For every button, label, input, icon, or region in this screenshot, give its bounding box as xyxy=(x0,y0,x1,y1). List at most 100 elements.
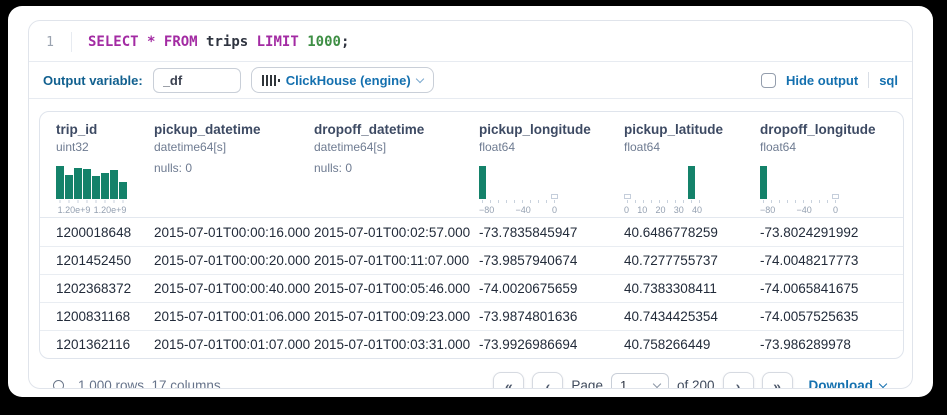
column-nulls-count: nulls: 0 xyxy=(154,161,306,175)
column-histogram: −80−400 xyxy=(479,166,616,215)
dataframe-table: trip_iduint321.20e+91.20e+9pickup_dateti… xyxy=(39,111,904,359)
sql-cell: 1 SELECT * FROM trips LIMIT 1000; Output… xyxy=(28,20,913,389)
table-cell: -74.0065841675 xyxy=(760,281,902,296)
table-cell: 40.7277755737 xyxy=(624,253,760,268)
column-header-dropoff_datetime[interactable]: dropoff_datetimedatetime64[s]nulls: 0 xyxy=(314,122,479,217)
column-name: pickup_latitude xyxy=(624,122,752,137)
histogram-bar xyxy=(56,166,64,199)
cell-toolbar: Output variable: ClickHouse (engine) Hid… xyxy=(29,61,912,99)
table-row[interactable]: 12014524502015-07-01T00:00:20.0002015-07… xyxy=(40,246,903,274)
table-header-row: trip_iduint321.20e+91.20e+9pickup_dateti… xyxy=(40,112,903,218)
column-histogram: −80−400 xyxy=(760,166,894,215)
histogram-bar xyxy=(101,173,109,199)
table-cell: -74.0020675659 xyxy=(479,281,624,296)
column-type: datetime64[s] xyxy=(314,140,471,154)
code-token: trips xyxy=(198,34,257,50)
code-token: FROM xyxy=(164,34,198,50)
table-cell: 1202368372 xyxy=(56,281,154,296)
table-cell: 2015-07-01T00:09:23.000 xyxy=(314,309,479,324)
language-badge: sql xyxy=(879,73,898,88)
toolbar-right-group: Hide output sql xyxy=(761,72,898,88)
code-token xyxy=(299,34,307,50)
column-name: dropoff_longitude xyxy=(760,122,894,137)
pagination: « ‹ Page 1 of 200 › » Download xyxy=(493,372,896,389)
notebook-window: 1 SELECT * FROM trips LIMIT 1000; Output… xyxy=(8,6,933,397)
table-cell: 2015-07-01T00:11:07.000 xyxy=(314,253,479,268)
rows-columns-summary: 1,000 rows, 17 columns xyxy=(78,378,221,389)
first-page-button[interactable]: « xyxy=(493,372,524,389)
page-select[interactable]: 1 xyxy=(611,373,669,390)
histogram-bar xyxy=(760,166,767,199)
histogram-bar xyxy=(624,194,631,199)
table-cell: 2015-07-01T00:00:40.000 xyxy=(154,281,314,296)
table-cell: 2015-07-01T00:00:20.000 xyxy=(154,253,314,268)
table-row[interactable]: 12000186482015-07-01T00:00:16.0002015-07… xyxy=(40,218,903,246)
column-histogram: 010203040 xyxy=(624,166,752,215)
histogram-axis: 010203040 xyxy=(624,205,704,215)
table-row[interactable]: 12008311682015-07-01T00:01:06.0002015-07… xyxy=(40,302,903,330)
code-token xyxy=(155,34,163,50)
column-header-pickup_datetime[interactable]: pickup_datetime datetime64[s] nulls: 0 xyxy=(154,122,314,217)
page-label: Page xyxy=(571,378,603,389)
code-token: SELECT xyxy=(88,34,139,50)
histogram-bar xyxy=(688,166,695,199)
column-name: pickup_datetime xyxy=(154,122,306,137)
code-editor[interactable]: 1 SELECT * FROM trips LIMIT 1000; xyxy=(29,21,912,61)
line-number: 1 xyxy=(29,35,71,50)
column-header-pickup_longitude[interactable]: pickup_longitude float64 −80−400 xyxy=(479,122,624,217)
chevron-down-icon xyxy=(415,74,423,82)
table-row[interactable]: 12013621162015-07-01T00:01:07.0002015-07… xyxy=(40,330,903,358)
histogram-bar xyxy=(92,176,100,199)
next-page-button[interactable]: › xyxy=(723,372,754,389)
table-cell: -73.9857940674 xyxy=(479,253,624,268)
download-button[interactable]: Download xyxy=(809,378,887,389)
table-cell: 2015-07-01T00:01:07.000 xyxy=(154,337,314,352)
code-token: 1000 xyxy=(307,34,341,50)
histogram-bar xyxy=(551,194,558,199)
hide-output-checkbox[interactable] xyxy=(761,73,776,88)
engine-selector-button[interactable]: ClickHouse (engine) xyxy=(251,67,434,93)
code-token: LIMIT xyxy=(257,34,299,50)
table-cell: 2015-07-01T00:00:16.000 xyxy=(154,225,314,240)
chevron-down-icon xyxy=(653,380,661,388)
last-page-button[interactable]: » xyxy=(762,372,793,389)
search-icon[interactable] xyxy=(53,380,64,389)
table-cell: 2015-07-01T00:05:46.000 xyxy=(314,281,479,296)
column-histogram: 1.20e+91.20e+9 xyxy=(56,166,146,215)
column-type: datetime64[s] xyxy=(154,140,306,154)
footer-left: 1,000 rows, 17 columns xyxy=(53,378,221,389)
column-name: pickup_longitude xyxy=(479,122,616,137)
histogram-bar xyxy=(110,170,118,199)
code-token xyxy=(139,34,147,50)
table-cell: -73.9874801636 xyxy=(479,309,624,324)
table-cell: 2015-07-01T00:03:31.000 xyxy=(314,337,479,352)
column-type: float64 xyxy=(760,140,894,154)
table-cell: -73.9926986694 xyxy=(479,337,624,352)
table-cell: -74.0048217773 xyxy=(760,253,902,268)
column-name: trip_id xyxy=(56,122,146,137)
column-type: float64 xyxy=(479,140,616,154)
table-cell: 1200018648 xyxy=(56,225,154,240)
histogram-bar xyxy=(119,182,127,199)
table-row[interactable]: 12023683722015-07-01T00:00:40.0002015-07… xyxy=(40,274,903,302)
table-footer: 1,000 rows, 17 columns « ‹ Page 1 of 200… xyxy=(39,359,902,389)
toolbar-divider xyxy=(868,72,869,88)
table-cell: -74.0057525635 xyxy=(760,309,902,324)
column-name: dropoff_datetime xyxy=(314,122,471,137)
table-cell: 2015-07-01T00:01:06.000 xyxy=(154,309,314,324)
histogram-axis: −80−400 xyxy=(760,205,840,215)
table-cell: 40.7383308411 xyxy=(624,281,760,296)
clickhouse-logo-icon xyxy=(262,75,280,86)
column-header-trip_id[interactable]: trip_iduint321.20e+91.20e+9 xyxy=(56,122,154,217)
code-token: ; xyxy=(341,34,349,50)
output-area: trip_iduint321.20e+91.20e+9pickup_dateti… xyxy=(29,99,912,389)
column-header-pickup_latitude[interactable]: pickup_latitudefloat64010203040 xyxy=(624,122,760,217)
engine-selector-label: ClickHouse (engine) xyxy=(286,73,411,88)
output-variable-input[interactable] xyxy=(153,68,241,93)
histogram-bar xyxy=(74,168,82,199)
previous-page-button[interactable]: ‹ xyxy=(532,372,563,389)
histogram-bar xyxy=(83,169,91,199)
table-cell: -73.7835845947 xyxy=(479,225,624,240)
sql-code[interactable]: SELECT * FROM trips LIMIT 1000; xyxy=(71,32,912,52)
column-header-dropoff_longitude[interactable]: dropoff_longitude float64 −80−400 xyxy=(760,122,902,217)
